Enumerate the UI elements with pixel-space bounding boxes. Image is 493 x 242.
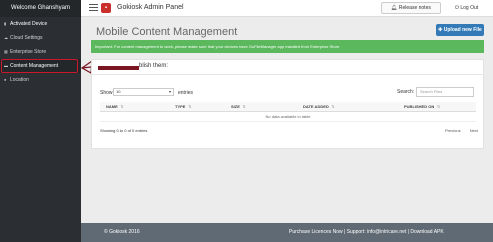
sidebar-item-cloud-settings[interactable]: ☁ Cloud Settings bbox=[0, 31, 81, 45]
store-icon: ▦ bbox=[4, 49, 8, 54]
panel-heading: blish them: bbox=[92, 60, 483, 75]
logout-button[interactable]: ⏻ Log Out bbox=[455, 2, 485, 14]
power-icon: ⏻ bbox=[455, 5, 459, 11]
column-type[interactable]: TYPE bbox=[175, 102, 192, 112]
menu-icon[interactable] bbox=[89, 4, 98, 13]
table-info: Showing 0 to 0 of 0 entries bbox=[100, 128, 148, 133]
caret-down-icon: ▾ bbox=[168, 89, 171, 94]
bell-icon: 🔔︎ bbox=[391, 5, 398, 11]
files-table: NAME TYPE SIZE DATE ADDED PUBLISHED ON N… bbox=[100, 102, 476, 122]
footer: © Gokiosk 2016 Purchase Licences Now | S… bbox=[81, 223, 493, 242]
sidebar-item-label: Content Management bbox=[10, 63, 59, 69]
sidebar-item-location[interactable]: ● Location bbox=[0, 73, 81, 87]
cloud-icon: ☁ bbox=[4, 35, 8, 40]
column-date-added[interactable]: DATE ADDED bbox=[303, 102, 335, 112]
entries-label: entries bbox=[178, 90, 194, 96]
sidebar-item-enterprise-store[interactable]: ▦ Enterprise Store bbox=[0, 45, 81, 59]
app-logo: ▪ bbox=[101, 3, 111, 13]
entries-select[interactable]: 10 ▾ bbox=[113, 88, 174, 96]
sidebar-item-label: Activated Device bbox=[10, 21, 48, 27]
welcome-text: Welcome Ghanshyam bbox=[0, 0, 81, 17]
release-notes-button[interactable]: 🔔︎ Release notes bbox=[381, 2, 441, 14]
plus-icon: ✚ bbox=[438, 27, 443, 33]
sidebar-item-label: Enterprise Store bbox=[10, 49, 47, 55]
next-button[interactable]: Next bbox=[470, 128, 478, 133]
previous-button[interactable]: Previous bbox=[445, 128, 461, 133]
panel-heading-text: blish them: bbox=[139, 63, 169, 69]
pagination: Previous Next bbox=[437, 128, 478, 133]
search-label: Search: bbox=[397, 89, 415, 95]
show-label: Show bbox=[100, 90, 113, 96]
top-bar: ▪ Gokiosk Admin Panel 🔔︎ Release notes ⏻… bbox=[81, 0, 493, 17]
copyright-text: © Gokiosk 2016 bbox=[104, 229, 140, 235]
sidebar: Welcome Ghanshyam ▮ Activated Device ☁ C… bbox=[0, 0, 81, 242]
column-published-on[interactable]: PUBLISHED ON bbox=[404, 102, 441, 112]
redacted-text bbox=[98, 66, 139, 70]
column-name[interactable]: NAME bbox=[106, 102, 123, 112]
column-size[interactable]: SIZE bbox=[231, 102, 246, 112]
sidebar-item-content-management[interactable]: ▬ Content Management bbox=[0, 59, 81, 73]
sidebar-item-label: Cloud Settings bbox=[10, 35, 43, 41]
info-alert: Important: For content management to wor… bbox=[91, 40, 484, 53]
location-pin-icon: ● bbox=[4, 77, 7, 82]
table-header: NAME TYPE SIZE DATE ADDED PUBLISHED ON bbox=[100, 102, 476, 112]
footer-links[interactable]: Purchase Licences Now | Support: info@in… bbox=[289, 223, 444, 242]
search-input[interactable]: Search Files bbox=[416, 87, 474, 97]
sidebar-item-activated-device[interactable]: ▮ Activated Device bbox=[0, 17, 81, 31]
tablet-icon: ▮ bbox=[4, 21, 7, 26]
folder-icon: ▬ bbox=[4, 63, 8, 68]
upload-file-button[interactable]: ✚ Upload new File bbox=[436, 24, 484, 36]
app-title: Gokiosk Admin Panel bbox=[117, 4, 184, 11]
empty-table-message: No data available in table bbox=[100, 112, 476, 122]
sidebar-item-label: Location bbox=[10, 77, 29, 83]
page-title: Mobile Content Management bbox=[96, 26, 238, 38]
files-panel: blish them: Show 10 ▾ entries Search: Se… bbox=[91, 59, 484, 149]
